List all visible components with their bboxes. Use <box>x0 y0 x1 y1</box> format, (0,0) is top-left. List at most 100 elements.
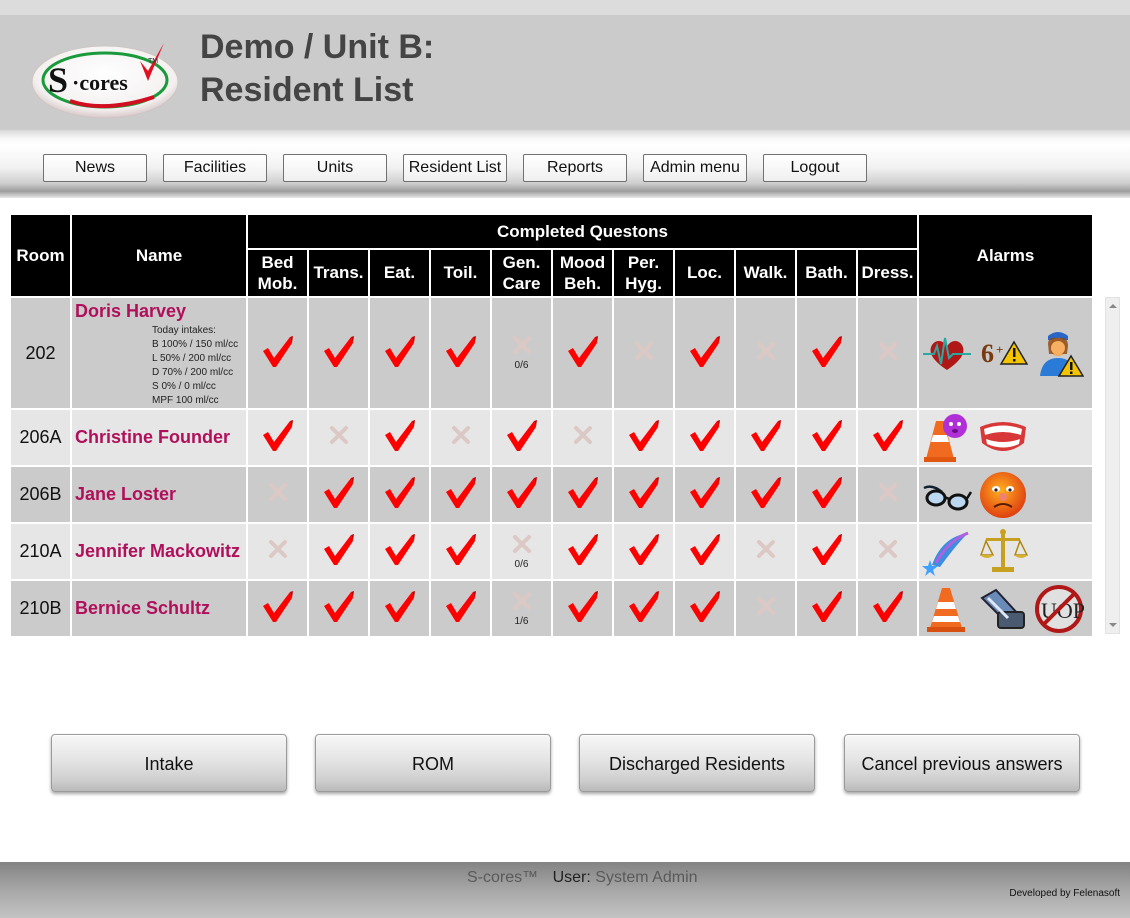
nav-logout-button[interactable]: Logout <box>763 154 867 182</box>
table-scrollbar[interactable] <box>1105 297 1120 634</box>
answer-cell[interactable] <box>492 410 551 465</box>
answer-cell[interactable] <box>553 298 612 408</box>
answer-cell[interactable] <box>370 467 429 522</box>
answer-cell[interactable] <box>553 467 612 522</box>
answer-cell[interactable] <box>675 298 734 408</box>
answer-cell[interactable] <box>553 524 612 579</box>
answer-cell[interactable] <box>309 410 368 465</box>
scroll-up-arrow-icon[interactable] <box>1109 304 1117 308</box>
header-question-line1: Trans. <box>313 263 364 282</box>
answer-cell[interactable] <box>797 410 856 465</box>
answer-cell[interactable] <box>431 467 490 522</box>
resident-name-link[interactable]: Christine Founder <box>72 427 230 448</box>
intake-line: D 70% / 200 ml/cc <box>152 367 234 378</box>
answer-cell[interactable]: 1/6 <box>492 581 551 636</box>
shooting-star-icon[interactable] <box>922 527 972 577</box>
answer-cell[interactable] <box>858 524 917 579</box>
answer-cell[interactable] <box>858 467 917 522</box>
cone-dizzy-face-icon[interactable] <box>922 413 972 463</box>
answer-cell[interactable] <box>370 298 429 408</box>
answer-cell[interactable] <box>675 581 734 636</box>
answer-cell[interactable] <box>675 467 734 522</box>
answer-cell[interactable] <box>858 410 917 465</box>
answer-cell[interactable] <box>736 467 795 522</box>
answer-cell[interactable] <box>736 410 795 465</box>
answer-cell[interactable] <box>797 467 856 522</box>
resident-row[interactable]: 210A Jennifer Mackowitz 0/6 <box>11 524 1092 579</box>
resident-name-link[interactable]: Bernice Schultz <box>72 598 210 619</box>
answer-cell[interactable] <box>431 524 490 579</box>
nav-news-button[interactable]: News <box>43 154 147 182</box>
nav-resident-list-button[interactable]: Resident List <box>403 154 507 182</box>
answer-cell[interactable] <box>858 581 917 636</box>
six-plus-warning-icon[interactable]: 6 + <box>978 328 1029 378</box>
nav-admin-menu-button[interactable]: Admin menu <box>643 154 747 182</box>
nav-units-button[interactable]: Units <box>283 154 387 182</box>
resident-name-link[interactable]: Jane Loster <box>72 484 176 505</box>
nav-reports-button[interactable]: Reports <box>523 154 627 182</box>
resident-row[interactable]: 210B Bernice Schultz 1/6 UOP <box>11 581 1092 636</box>
heart-rate-icon[interactable] <box>922 328 972 378</box>
answer-cell[interactable] <box>858 298 917 408</box>
answer-cell[interactable] <box>309 298 368 408</box>
scroll-down-arrow-icon[interactable] <box>1109 623 1117 627</box>
rom-button[interactable]: ROM <box>315 734 551 792</box>
resident-name-link[interactable]: Doris Harvey <box>72 301 186 322</box>
dentures-icon[interactable] <box>978 413 1028 463</box>
answer-cell[interactable]: 0/6 <box>492 524 551 579</box>
nurse-warning-icon[interactable] <box>1034 328 1085 378</box>
answer-cell[interactable] <box>309 524 368 579</box>
nav-facilities-button[interactable]: Facilities <box>163 154 267 182</box>
answer-cell[interactable] <box>431 581 490 636</box>
discharged-residents-button[interactable]: Discharged Residents <box>579 734 815 792</box>
answer-cell[interactable] <box>248 467 307 522</box>
answer-cell[interactable] <box>248 581 307 636</box>
answer-cell[interactable] <box>248 410 307 465</box>
header-question: Bed Mob. <box>248 250 307 296</box>
answer-cell[interactable] <box>614 410 673 465</box>
answer-cell[interactable] <box>614 467 673 522</box>
answer-cell[interactable] <box>370 524 429 579</box>
answer-cell[interactable] <box>553 410 612 465</box>
answer-cell[interactable] <box>614 298 673 408</box>
cancel-previous-answers-button[interactable]: Cancel previous answers <box>844 734 1080 792</box>
no-uop-icon[interactable]: UOP <box>1034 584 1085 634</box>
resident-row[interactable]: 206A Christine Founder <box>11 410 1092 465</box>
answer-cell[interactable] <box>614 581 673 636</box>
answer-cell[interactable] <box>614 524 673 579</box>
answer-cell[interactable] <box>492 467 551 522</box>
answer-cell[interactable] <box>309 467 368 522</box>
answer-cell[interactable] <box>675 410 734 465</box>
wheelchair-icon[interactable] <box>978 584 1028 634</box>
answer-cell[interactable] <box>370 410 429 465</box>
answer-cell[interactable] <box>248 298 307 408</box>
scores-logo: S ·cores TM <box>31 43 179 119</box>
resident-row[interactable]: 206B Jane Loster <box>11 467 1092 522</box>
answer-cell[interactable] <box>797 581 856 636</box>
answer-cell[interactable] <box>370 581 429 636</box>
answer-cell[interactable] <box>736 581 795 636</box>
answer-cell[interactable] <box>797 298 856 408</box>
alarms-cell: 6 + <box>919 298 1092 408</box>
cone-icon[interactable] <box>922 584 972 634</box>
sad-face-icon[interactable] <box>978 470 1028 520</box>
answer-cell[interactable] <box>553 581 612 636</box>
answer-cell[interactable] <box>431 410 490 465</box>
glasses-icon[interactable] <box>922 470 973 520</box>
answer-cell[interactable] <box>248 524 307 579</box>
resident-name-link[interactable]: Jennifer Mackowitz <box>72 541 240 562</box>
checkmark-icon <box>506 475 538 514</box>
answer-cell[interactable] <box>736 298 795 408</box>
resident-row[interactable]: 202 Doris Harvey Today intakes: B 100% / 15… <box>11 298 1092 408</box>
answer-cell[interactable] <box>797 524 856 579</box>
answer-cell[interactable] <box>309 581 368 636</box>
scales-icon[interactable] <box>978 527 1029 577</box>
answer-cell[interactable] <box>431 298 490 408</box>
answer-cell[interactable] <box>736 524 795 579</box>
intake-button[interactable]: Intake <box>51 734 287 792</box>
answer-cell[interactable] <box>675 524 734 579</box>
header-question-line1: Eat. <box>383 263 416 282</box>
intake-line: L 50% / 200 ml/cc <box>152 353 232 364</box>
answer-cell[interactable]: 0/6 <box>492 298 551 408</box>
x-mark-icon <box>878 341 898 366</box>
